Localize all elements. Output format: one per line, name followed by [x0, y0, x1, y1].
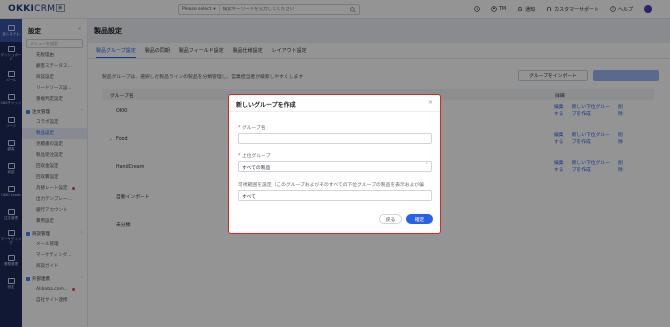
dialog-divider — [229, 111, 440, 112]
confirm-button[interactable]: 確定 — [406, 214, 433, 224]
parent-group-label-text: 上位グループ — [241, 154, 271, 159]
group-name-label-text: グループ名 — [241, 126, 266, 131]
visibility-label: 可視範囲を設定（このグループおよびそのすべての下位グループの製品を表示および編 — [238, 183, 424, 188]
parent-group-select[interactable]: すべての製品 ˅ — [238, 161, 432, 172]
group-name-input[interactable] — [238, 133, 432, 144]
close-icon[interactable]: × — [428, 99, 433, 106]
parent-group-value: すべての製品 — [242, 166, 271, 171]
back-button[interactable]: 戻る — [379, 214, 402, 224]
dialog-title: 新しいグループを作成 — [236, 102, 296, 109]
visibility-select[interactable]: すべて — [238, 190, 432, 201]
group-name-label: * グループ名 — [238, 124, 266, 131]
parent-group-label: * 上位グループ — [238, 152, 270, 159]
chevron-down-icon: ˅ — [425, 164, 428, 169]
create-group-dialog: 新しいグループを作成 × * グループ名 * 上位グループ すべての製品 ˅ 可視… — [228, 94, 441, 234]
